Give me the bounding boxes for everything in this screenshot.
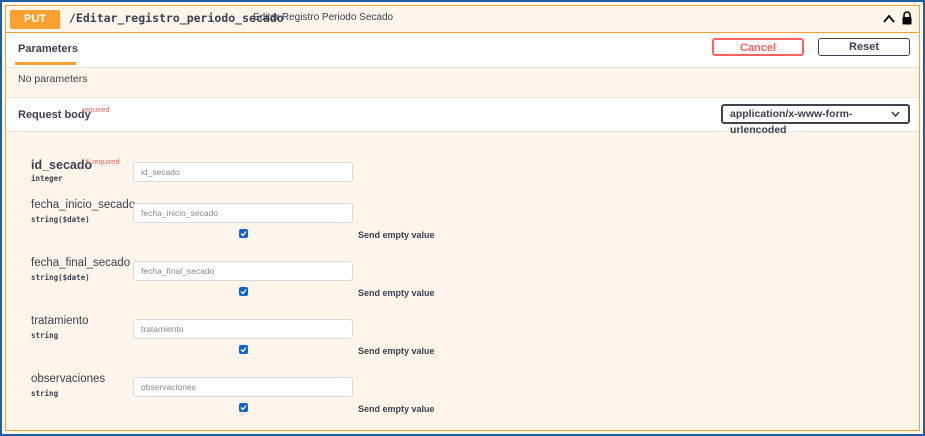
reset-button[interactable]: Reset — [818, 38, 910, 56]
operation-path: /Editar_registro_periodo_secado — [69, 11, 284, 25]
request-body-label: Request body — [18, 109, 91, 121]
content-type-select[interactable]: application/x-www-form-urlencoded — [721, 104, 910, 136]
send-empty-value-label: Send empty value — [358, 346, 435, 356]
operation-summary[interactable]: PUT /Editar_registro_periodo_secado Edit… — [6, 6, 919, 33]
required-star: * — [85, 157, 90, 169]
field-type-tratamiento: string — [31, 331, 59, 340]
fecha-inicio-secado-input[interactable]: fecha_inicio_secado — [133, 203, 353, 223]
chevron-down-icon — [891, 111, 900, 118]
send-empty-checkbox[interactable] — [239, 229, 248, 238]
tab-parameters[interactable]: Parameters — [18, 43, 78, 55]
send-empty-checkbox[interactable] — [239, 287, 248, 296]
tab-active-indicator — [15, 62, 76, 65]
field-name-fecha-final-secado: fecha_final_secado — [31, 257, 131, 269]
field-type-observaciones: string — [31, 389, 59, 398]
field-type-fecha-inicio-secado: string($date) — [31, 215, 90, 224]
field-type-fecha-final-secado: string($date) — [31, 273, 90, 282]
field-name-tratamiento: tratamiento — [31, 315, 89, 327]
field-name-id-secado: id_secado — [31, 158, 93, 172]
parameters-tabbar: Parameters Cancel Reset — [6, 33, 919, 68]
send-empty-value-label: Send empty value — [358, 288, 435, 298]
operation-description: Editar Registro Periodo Secado — [253, 12, 394, 23]
content-type-value: application/x-www-form-urlencoded — [730, 108, 853, 136]
field-name-observaciones: observaciones — [31, 373, 106, 385]
send-empty-checkbox[interactable] — [239, 403, 248, 412]
no-parameters-text: No parameters — [18, 73, 88, 85]
chevron-up-icon[interactable] — [883, 13, 895, 25]
method-badge: PUT — [10, 10, 60, 29]
tratamiento-input[interactable]: tratamiento — [133, 319, 353, 339]
field-type-id-secado: integer — [31, 174, 63, 183]
cancel-button[interactable]: Cancel — [712, 38, 804, 56]
observaciones-input[interactable]: observaciones — [133, 377, 353, 397]
id-secado-input[interactable]: id_secado — [133, 162, 353, 182]
field-name-fecha-inicio-secado: fecha_inicio_secado — [31, 199, 136, 211]
screenshot-frame: PUT /Editar_registro_periodo_secado Edit… — [0, 0, 925, 436]
fecha-final-secado-input[interactable]: fecha_final_secado — [133, 261, 353, 281]
send-empty-checkbox[interactable] — [239, 345, 248, 354]
send-empty-value-label: Send empty value — [358, 404, 435, 414]
send-empty-value-label: Send empty value — [358, 230, 435, 240]
lock-icon[interactable] — [901, 11, 913, 25]
request-body-required: required — [82, 105, 110, 114]
field-required-label: required — [92, 157, 120, 166]
operation-block: PUT /Editar_registro_periodo_secado Edit… — [5, 5, 920, 431]
request-body-header: Request body required application/x-www-… — [6, 97, 919, 136]
